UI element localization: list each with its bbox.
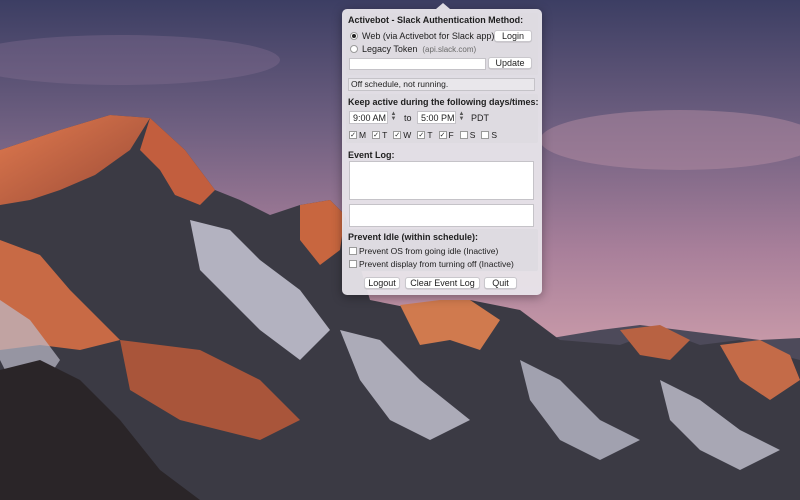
event-log-area[interactable] — [349, 161, 534, 200]
day-fri[interactable]: ✓ F — [438, 130, 454, 140]
auth-title: Activebot - Slack Authentication Method: — [348, 15, 524, 25]
day-sun[interactable]: S — [481, 130, 497, 140]
end-time-field[interactable]: 5:00 PM — [417, 111, 456, 124]
radio-legacy-indicator[interactable] — [350, 45, 358, 53]
prevent-display-label: Prevent display from turning off (Inacti… — [359, 259, 514, 269]
day-wed[interactable]: ✓ W — [393, 130, 411, 140]
schedule-title: Keep active during the following days/ti… — [348, 97, 539, 107]
radio-legacy[interactable]: Legacy Token (api.slack.com) — [350, 44, 476, 54]
day-checkbox[interactable]: ✓ — [438, 131, 447, 139]
radio-web[interactable]: Web (via Activebot for Slack app) — [350, 31, 494, 41]
event-log-title: Event Log: — [348, 150, 395, 160]
day-tue[interactable]: ✓ T — [372, 130, 387, 140]
prevent-display-option[interactable]: Prevent display from turning off (Inacti… — [349, 259, 514, 269]
day-sat[interactable]: S — [459, 130, 475, 140]
legacy-hint: (api.slack.com) — [422, 44, 477, 54]
day-checkbox[interactable]: ✓ — [372, 131, 381, 139]
start-time-stepper[interactable]: ▲ ▼ — [390, 111, 397, 123]
prevent-os-checkbox[interactable] — [349, 247, 357, 255]
logout-button[interactable]: Logout — [364, 277, 400, 289]
login-button[interactable]: Login — [494, 30, 532, 42]
status-text: Off schedule, not running. — [348, 78, 535, 91]
day-checkbox[interactable]: ✓ — [349, 131, 357, 139]
prevent-os-option[interactable]: Prevent OS from going idle (Inactive) — [349, 246, 498, 256]
day-checkbox[interactable] — [459, 131, 468, 139]
radio-legacy-label: Legacy Token — [362, 44, 418, 54]
prevent-os-label: Prevent OS from going idle (Inactive) — [359, 246, 499, 256]
end-time-stepper[interactable]: ▲ ▼ — [458, 111, 465, 123]
day-thu[interactable]: ✓ T — [417, 130, 433, 140]
prevent-display-checkbox[interactable] — [349, 260, 357, 268]
start-time-field[interactable]: 9:00 AM — [349, 111, 388, 124]
clear-event-log-button[interactable]: Clear Event Log — [405, 277, 480, 289]
activebot-popover: Activebot - Slack Authentication Method:… — [342, 3, 542, 295]
popover-arrow — [436, 3, 450, 9]
token-field[interactable] — [349, 58, 486, 70]
radio-web-indicator[interactable] — [350, 32, 358, 40]
radio-web-label: Web (via Activebot for Slack app) — [362, 31, 495, 41]
day-checkbox[interactable]: ✓ — [417, 131, 426, 139]
days-row: ✓ M ✓ T ✓ W ✓ T ✓ F S S — [349, 130, 503, 140]
day-checkbox[interactable] — [481, 131, 490, 139]
quit-button[interactable]: Quit — [484, 277, 517, 289]
to-label: to — [404, 113, 412, 123]
event-detail-area[interactable] — [349, 204, 534, 227]
timezone-label: PDT — [471, 113, 489, 123]
day-checkbox[interactable]: ✓ — [393, 131, 402, 139]
update-button[interactable]: Update — [488, 57, 532, 69]
idle-title: Prevent Idle (within schedule): — [348, 232, 479, 242]
day-mon[interactable]: ✓ M — [349, 130, 366, 140]
